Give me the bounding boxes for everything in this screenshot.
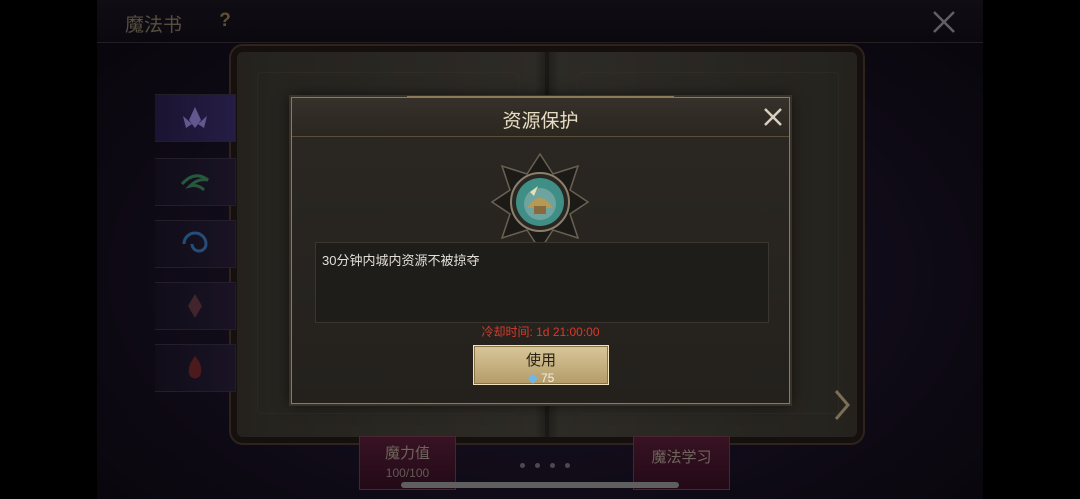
gem-icon	[527, 373, 538, 384]
description-box: 30分钟内城内资源不被掠夺	[315, 242, 769, 323]
use-cost: 75	[474, 371, 608, 385]
cooldown-text: 冷却时间: 1d 21:00:00	[481, 325, 600, 339]
description-text: 30分钟内城内资源不被掠夺	[322, 253, 480, 268]
use-button[interactable]: 使用 75	[473, 345, 609, 385]
resource-protection-dialog: 资源保护 30分钟内城内资源不被掠夺 冷却时间: 1d 21:00:00 使用 …	[291, 96, 790, 404]
dialog-header: 资源保护	[292, 98, 789, 137]
close-icon[interactable]	[762, 106, 784, 128]
resource-protection-icon	[490, 152, 590, 252]
dialog-title: 资源保护	[502, 111, 579, 132]
use-button-label: 使用	[525, 352, 556, 369]
use-cost-value: 75	[540, 371, 555, 385]
